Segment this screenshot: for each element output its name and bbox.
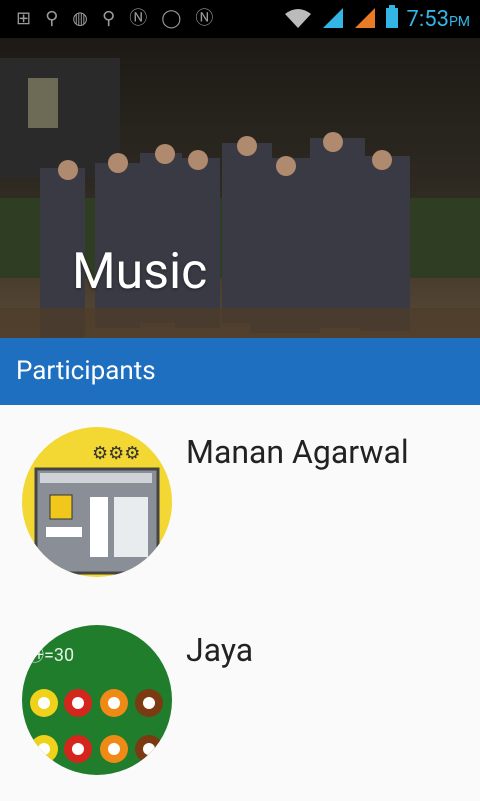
android-icon: ◍	[72, 8, 88, 29]
hero-title: Music	[72, 243, 208, 301]
signal-2-icon	[353, 6, 377, 32]
usb-icon: ⚲	[45, 8, 59, 29]
battery-icon	[385, 5, 399, 33]
wifi-icon	[283, 6, 313, 32]
lock-puzzle-icon: ⚙⚙⚙	[22, 427, 172, 577]
billiard-balls-icon: ⃝+⃝+⃝=30	[22, 625, 172, 775]
n-icon: Ⓝ	[195, 8, 214, 29]
svg-text:⚙⚙⚙: ⚙⚙⚙	[92, 443, 140, 464]
section-title: Participants	[16, 356, 156, 386]
avatar: ⃝+⃝+⃝=30	[22, 625, 172, 775]
participant-name: Jaya	[186, 631, 254, 669]
list-item[interactable]: ⃝+⃝+⃝=30 Jaya	[0, 603, 480, 801]
section-header: Participants	[0, 338, 480, 405]
signal-1-icon	[321, 6, 345, 32]
svg-text:⃝+⃝+⃝=30: ⃝+⃝+⃝=30	[22, 645, 74, 666]
usb-icon: ⚲	[102, 8, 116, 29]
system-icons: 7:53PM	[283, 5, 480, 33]
list-item[interactable]: ⚙⚙⚙ Manan Agarwal	[0, 405, 480, 603]
whatsapp-icon: ◯	[161, 8, 182, 29]
avatar: ⚙⚙⚙	[22, 427, 172, 577]
notification-icons: ⊞ ⚲ ◍ ⚲ Ⓝ ◯ Ⓝ	[0, 10, 213, 28]
status-bar: ⊞ ⚲ ◍ ⚲ Ⓝ ◯ Ⓝ 7:53PM	[0, 0, 480, 38]
plus-icon: ⊞	[16, 8, 32, 29]
clock-ampm: PM	[448, 13, 470, 30]
hero-banner: Music	[0, 38, 480, 338]
clock-time: 7:53	[406, 6, 449, 32]
participant-list: ⚙⚙⚙ Manan Agarwal ⃝+⃝+⃝=30 Jaya	[0, 405, 480, 801]
participant-name: Manan Agarwal	[186, 433, 409, 471]
n-icon: Ⓝ	[129, 8, 148, 29]
clock: 7:53PM	[407, 7, 470, 32]
